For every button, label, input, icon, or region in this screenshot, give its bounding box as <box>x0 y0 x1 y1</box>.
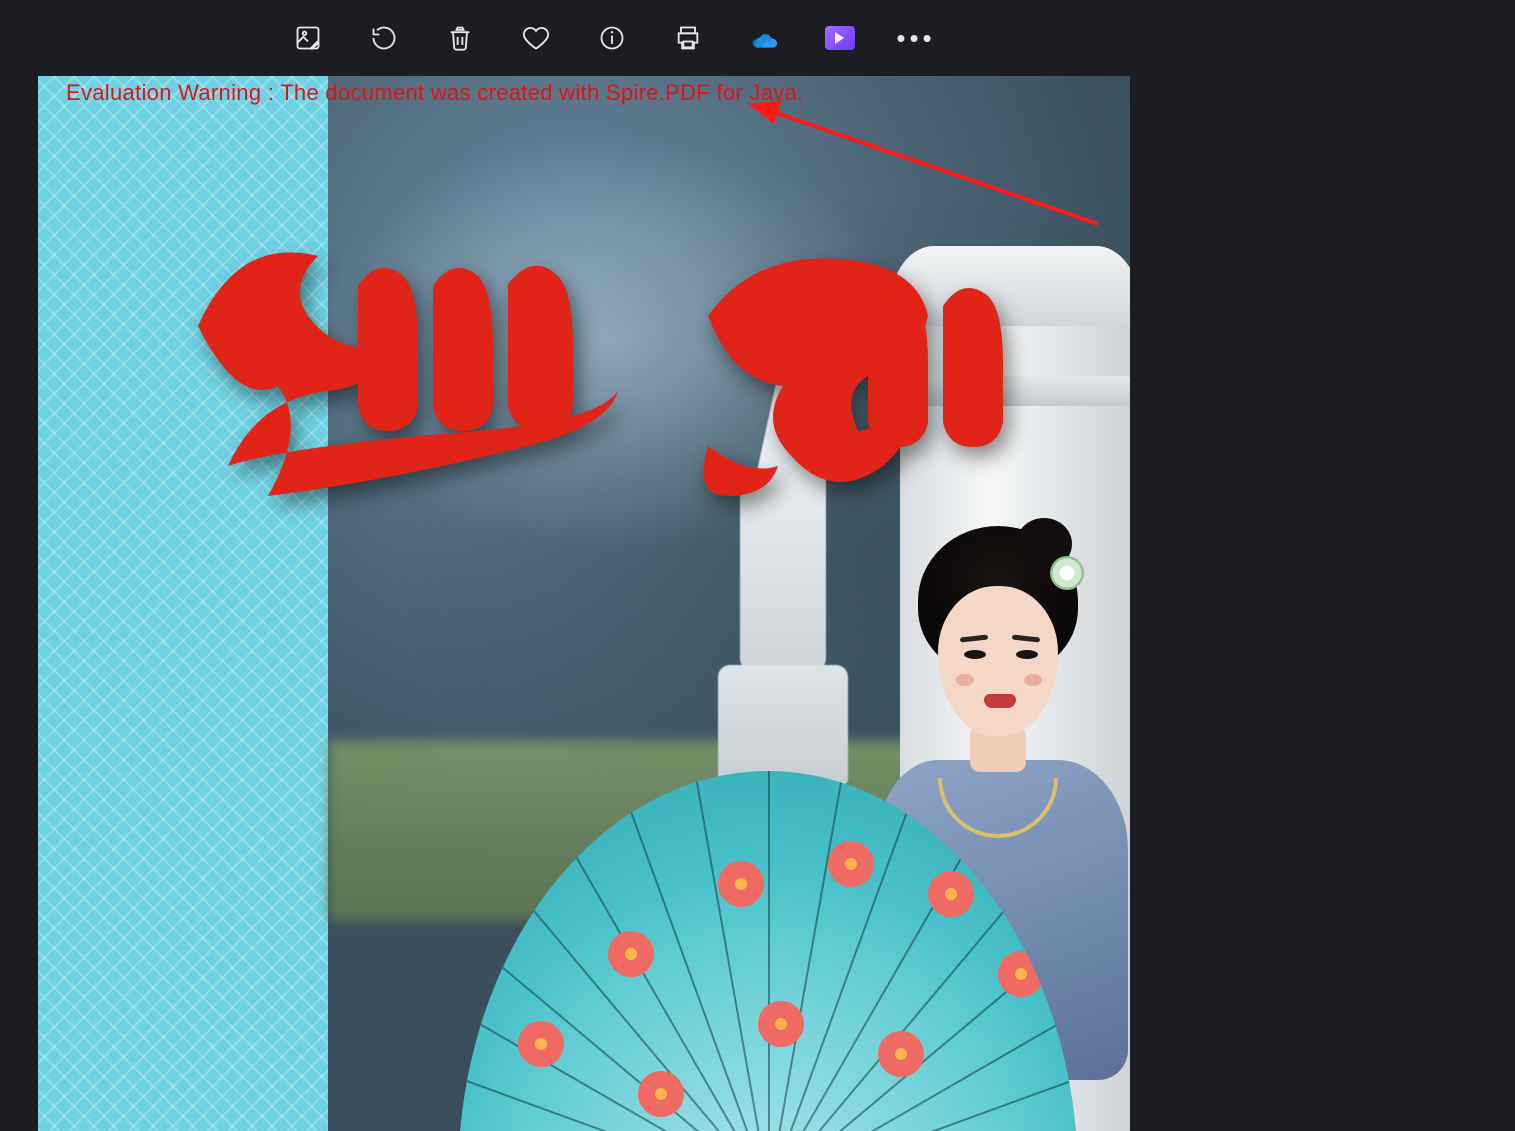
info-icon[interactable] <box>594 20 630 56</box>
evaluation-warning-text: Evaluation Warning : The document was cr… <box>66 80 804 106</box>
decorative-calligraphy-title <box>148 206 1028 526</box>
edit-image-icon[interactable] <box>290 20 326 56</box>
print-icon[interactable] <box>670 20 706 56</box>
image-canvas[interactable]: Evaluation Warning : The document was cr… <box>38 76 1130 1131</box>
more-icon[interactable]: ••• <box>898 20 934 56</box>
onedrive-icon[interactable] <box>746 20 782 56</box>
rotate-icon[interactable] <box>366 20 402 56</box>
clipchamp-icon[interactable] <box>822 20 858 56</box>
parasol <box>458 771 1078 1131</box>
favorite-icon[interactable] <box>518 20 554 56</box>
photos-toolbar: ••• <box>0 0 1515 76</box>
delete-icon[interactable] <box>442 20 478 56</box>
